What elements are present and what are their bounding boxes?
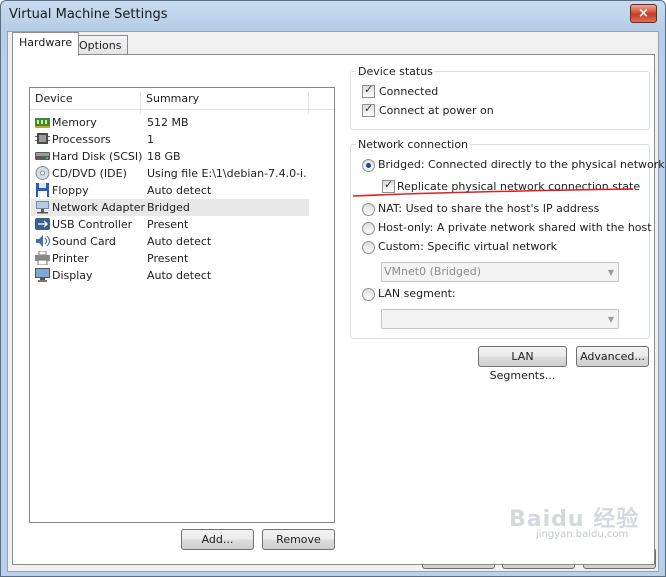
- device-name: Memory: [52, 116, 97, 129]
- title-bar[interactable]: Virtual Machine Settings ×: [1, 1, 665, 29]
- device-summary: 512 MB: [147, 116, 189, 129]
- device-list-header: Device Summary: [30, 88, 334, 114]
- nat-radio[interactable]: [362, 203, 375, 216]
- column-header-device[interactable]: Device: [35, 92, 73, 105]
- device-row-display[interactable]: Display Auto detect: [31, 267, 309, 284]
- device-summary: Auto detect: [147, 269, 212, 282]
- lan-segment-select[interactable]: ▼: [381, 309, 619, 329]
- settings-window: Virtual Machine Settings × Hardware Opti…: [0, 0, 666, 577]
- device-row-sound-card[interactable]: Sound Card Auto detect: [31, 233, 309, 250]
- device-name: Floppy: [52, 184, 89, 197]
- usb-icon: [35, 218, 50, 230]
- red-underline-annotation: [352, 188, 634, 197]
- device-summary: Auto detect: [147, 235, 212, 248]
- connect-at-power-on-checkbox[interactable]: [362, 102, 375, 117]
- lan-segments-button[interactable]: LAN Segments...: [478, 346, 567, 382]
- memory-icon: [35, 118, 50, 128]
- device-status-title: Device status: [356, 65, 435, 78]
- custom-network-select[interactable]: VMnet0 (Bridged) ▼: [381, 262, 619, 282]
- watermark-url: jingyan.baidu.com: [536, 529, 629, 540]
- host-only-radio[interactable]: [362, 222, 375, 235]
- device-row-memory[interactable]: Memory 512 MB: [31, 114, 309, 131]
- device-summary: Using file E:\1\debian-7.4.0-i...: [147, 167, 307, 180]
- lan-segment-label[interactable]: LAN segment:: [378, 287, 456, 300]
- device-name: CD/DVD (IDE): [52, 167, 127, 180]
- close-button[interactable]: ×: [630, 4, 657, 23]
- custom-network-value: VMnet0 (Bridged): [384, 265, 481, 278]
- device-row-usb-controller[interactable]: USB Controller Present: [31, 216, 309, 233]
- window-title: Virtual Machine Settings: [9, 7, 168, 22]
- device-name: Printer: [52, 252, 89, 265]
- device-row-printer[interactable]: Printer Present: [31, 250, 309, 267]
- connect-at-power-on-label[interactable]: Connect at power on: [379, 104, 494, 117]
- column-header-summary[interactable]: Summary: [146, 92, 199, 105]
- device-summary: Present: [147, 252, 189, 265]
- custom-radio[interactable]: [362, 241, 375, 254]
- add-device-button[interactable]: Add...: [181, 529, 254, 550]
- nat-label[interactable]: NAT: Used to share the host's IP address: [378, 202, 599, 215]
- device-row-floppy[interactable]: Floppy Auto detect: [31, 182, 309, 199]
- bridged-label[interactable]: Bridged: Connected directly to the physi…: [378, 158, 665, 171]
- bridged-radio[interactable]: [362, 159, 375, 172]
- device-row-hard-disk[interactable]: Hard Disk (SCSI) 18 GB: [31, 148, 309, 165]
- custom-label[interactable]: Custom: Specific virtual network: [378, 240, 557, 253]
- sound-card-icon: [36, 235, 50, 247]
- hard-disk-icon: [35, 152, 50, 160]
- chevron-down-icon: ▼: [607, 315, 614, 324]
- network-connection-group: Network connection Bridged: Connected di…: [350, 138, 665, 339]
- tab-hardware[interactable]: Hardware: [12, 32, 80, 56]
- device-name: Hard Disk (SCSI): [52, 150, 143, 163]
- display-icon: [35, 268, 50, 282]
- tab-options[interactable]: Options: [72, 35, 129, 56]
- device-name: Display: [52, 269, 93, 282]
- device-name: Sound Card: [52, 235, 116, 248]
- dialog-client: Hardware Options Device Summary Memory 5…: [7, 31, 665, 572]
- device-row-network-adapter[interactable]: Network Adapter Bridged: [31, 199, 309, 216]
- device-name: USB Controller: [52, 218, 133, 231]
- floppy-icon: [36, 183, 49, 197]
- device-summary: 18 GB: [147, 150, 181, 163]
- connected-checkbox[interactable]: [362, 83, 375, 98]
- device-summary: Bridged: [147, 201, 190, 214]
- device-summary: Present: [147, 218, 189, 231]
- lan-segment-radio[interactable]: [362, 288, 375, 301]
- chevron-down-icon: ▼: [607, 268, 614, 277]
- remove-device-button[interactable]: Remove: [262, 529, 335, 550]
- device-summary: 1: [147, 133, 154, 146]
- host-only-label[interactable]: Host-only: A private network shared with…: [378, 221, 652, 234]
- advanced-button[interactable]: Advanced...: [576, 346, 649, 367]
- device-row-processors[interactable]: Processors 1: [31, 131, 309, 148]
- device-row-cd-dvd[interactable]: CD/DVD (IDE) Using file E:\1\debian-7.4.…: [31, 165, 309, 182]
- device-name: Network Adapter: [52, 201, 146, 214]
- network-connection-title: Network connection: [356, 138, 471, 151]
- cd-dvd-icon: [35, 166, 50, 180]
- network-adapter-icon: [36, 201, 49, 214]
- processor-icon: [35, 133, 50, 144]
- connected-label[interactable]: Connected: [379, 85, 438, 98]
- printer-icon: [35, 251, 50, 265]
- device-name: Processors: [52, 133, 111, 146]
- device-list[interactable]: Device Summary Memory 512 MB Processors …: [29, 87, 335, 523]
- device-summary: Auto detect: [147, 184, 212, 197]
- device-status-group: Device status Connected Connect at power…: [350, 65, 650, 130]
- hardware-panel: Device Summary Memory 512 MB Processors …: [12, 54, 665, 565]
